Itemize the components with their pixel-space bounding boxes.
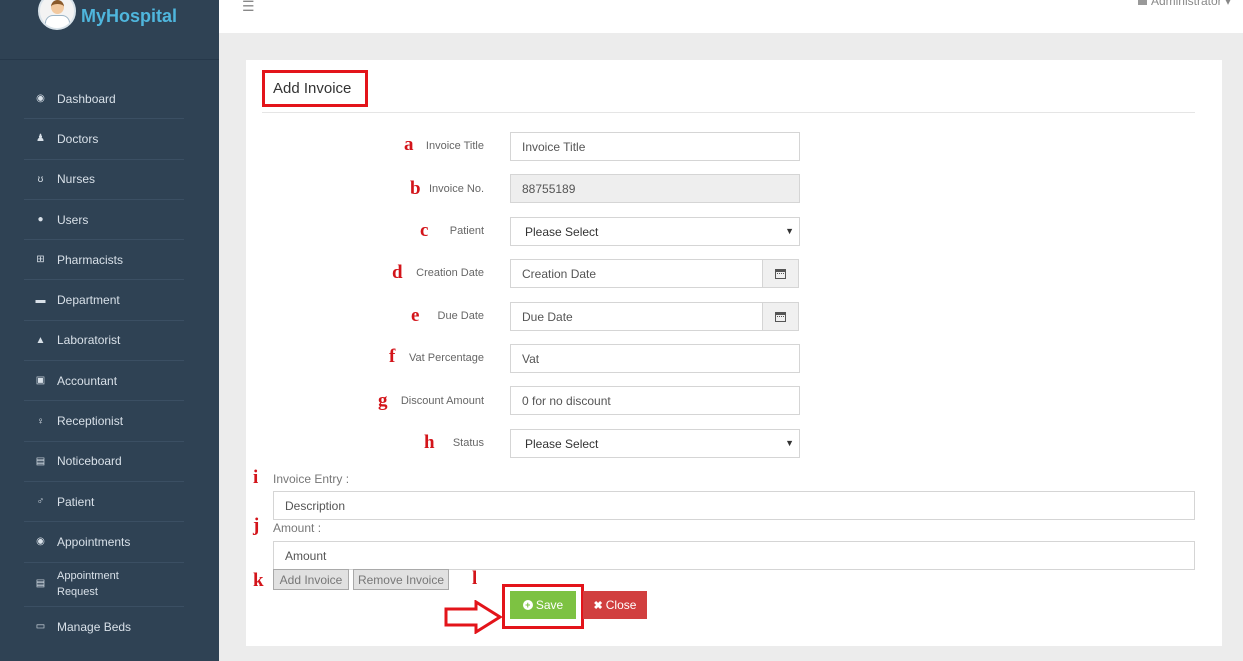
discount-amount-label: Discount Amount [400, 395, 484, 407]
sidebar-item-appointments[interactable]: ◉ Appointments [24, 522, 184, 563]
annotation-letter-l: l [472, 568, 478, 589]
user-icon: ● [37, 214, 44, 226]
status-label: Status [452, 437, 484, 449]
sidebar-item-nurses[interactable]: ʊ Nurses [24, 160, 184, 200]
sidebar-item-doctors[interactable]: ♟ Doctors [24, 119, 184, 160]
vat-input[interactable]: Vat [510, 344, 800, 373]
add-invoice-button[interactable]: Add Invoice [273, 569, 349, 590]
dashboard-icon: ◉ [36, 93, 45, 105]
invoice-title-label: Invoice Title [425, 140, 484, 152]
amount-label: Amount : [273, 521, 322, 535]
patient-select[interactable]: Please Select ▼ [510, 217, 800, 246]
sidebar-item-patient[interactable]: ♂ Patient [24, 482, 184, 523]
sidebar-item-accountant[interactable]: ▣ Accountant [24, 361, 184, 402]
annotation-letter-j: j [253, 515, 260, 536]
top-bar: ☰ Administrator ▾ [219, 0, 1243, 33]
doctor-logo-icon [38, 0, 76, 30]
close-button[interactable]: ✖ Close [583, 591, 647, 619]
brand[interactable]: MyHospital [0, 0, 219, 60]
calendar-icon [775, 268, 786, 279]
sidebar-nav: ◉ Dashboard ♟ Doctors ʊ Nurses ● Users ⊞ Phar… [24, 79, 184, 647]
remove-invoice-button[interactable]: Remove Invoice [353, 569, 449, 590]
creation-date-calendar-button[interactable] [762, 259, 799, 288]
dashboard-icon: ◉ [36, 536, 45, 548]
annotation-letter-i: i [253, 467, 259, 488]
description-input[interactable]: Description [273, 491, 1195, 520]
sidebar-item-department[interactable]: ▬ Department [24, 280, 184, 321]
caret-down-icon: ▼ [785, 438, 794, 448]
flask-icon: ▲ [35, 334, 46, 346]
invoice-entry-label: Invoice Entry : [273, 472, 350, 486]
status-select[interactable]: Please Select ▼ [510, 429, 800, 458]
user-icon [1137, 0, 1147, 5]
sidebar-item-manage-beds[interactable]: ▭ Manage Beds [24, 607, 184, 647]
creation-date-input[interactable]: Creation Date [510, 259, 763, 288]
due-date-calendar-button[interactable] [762, 302, 799, 331]
save-button[interactable]: + Save [510, 591, 576, 619]
pointer-arrow-icon [444, 600, 503, 634]
panel-title: Add Invoice [262, 70, 368, 107]
sidebar-item-noticeboard[interactable]: ▤ Noticeboard [24, 442, 184, 482]
app-name: MyHospital [81, 6, 178, 26]
vat-percentage-label: Vat Percentage [408, 352, 484, 364]
annotation-letter-k: k [253, 570, 264, 591]
due-date-label: Due Date [437, 310, 484, 322]
invoice-no-input: 88755189 [510, 174, 800, 203]
list-alt-icon: ▤ [35, 578, 46, 590]
patient-label: Patient [449, 225, 484, 237]
sidebar-item-laboratorist[interactable]: ▲ Laboratorist [24, 321, 184, 362]
bed-icon: ▭ [35, 621, 46, 633]
divider [262, 112, 1195, 113]
plus-square-icon: ⊞ [36, 254, 45, 266]
creation-date-label: Creation Date [416, 267, 484, 279]
sidebar-item-users[interactable]: ● Users [24, 200, 184, 241]
user-menu[interactable]: Administrator ▾ [1137, 0, 1231, 8]
male-icon: ♂ [36, 496, 45, 508]
briefcase-icon: ▬ [35, 294, 46, 306]
caret-down-icon: ▼ [785, 226, 794, 236]
sidebar-item-dashboard[interactable]: ◉ Dashboard [24, 79, 184, 120]
money-icon: ▣ [35, 375, 46, 387]
sidebar-item-pharmacists[interactable]: ⊞ Pharmacists [24, 240, 184, 281]
close-icon: ✖ [593, 599, 603, 612]
female-icon: ♀ [36, 415, 45, 427]
user-md-icon: ♟ [36, 133, 45, 145]
file-icon: ▤ [35, 455, 46, 467]
invoice-no-label: Invoice No. [428, 183, 484, 195]
stethoscope-icon: ʊ [37, 173, 44, 185]
sidebar-item-appointment-request[interactable]: ▤ Appointment Request [24, 563, 184, 607]
due-date-input[interactable]: Due Date [510, 302, 763, 331]
invoice-title-input[interactable]: Invoice Title [510, 132, 800, 161]
calendar-icon [775, 311, 786, 322]
discount-input[interactable]: 0 for no discount [510, 386, 800, 415]
menu-toggle-icon[interactable]: ☰ [242, 0, 255, 15]
sidebar: MyHospital ◉ Dashboard ♟ Doctors ʊ Nurses ●… [0, 0, 219, 661]
amount-input[interactable]: Amount [273, 541, 1195, 570]
sidebar-item-receptionist[interactable]: ♀ Receptionist [24, 401, 184, 442]
plus-circle-icon: + [522, 600, 533, 610]
